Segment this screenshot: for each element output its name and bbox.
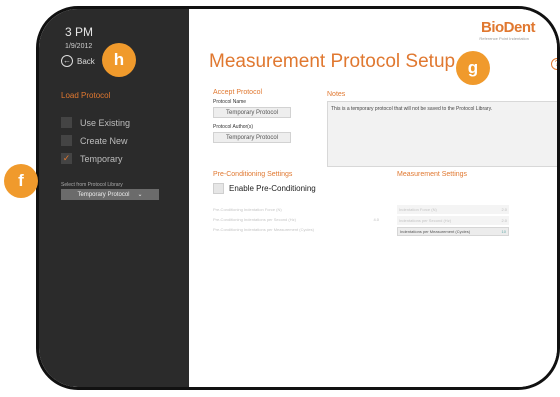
option-create-new[interactable]: Create New — [61, 135, 128, 146]
measurement-row-value[interactable]: 2.0 — [501, 207, 507, 212]
clock-time: 3 PM — [65, 25, 94, 39]
option-use-existing[interactable]: Use Existing — [61, 117, 130, 128]
protocol-author-field[interactable]: Temporary Protocol — [213, 132, 291, 143]
callout-badge-f: f — [4, 164, 38, 198]
protocol-name-field[interactable]: Temporary Protocol — [213, 107, 291, 118]
protocol-author-label: Protocol Author(s) — [213, 124, 254, 130]
measurement-row-label: Indentations per Second (Hz) — [399, 218, 452, 223]
preconditioning-row: Pre-Conditioning Indentations per Measur… — [213, 225, 379, 234]
preconditioning-row-label: Pre-Conditioning Indentations per Measur… — [213, 227, 314, 232]
preconditioning-row: Pre-Conditioning Indentations per Second… — [213, 215, 379, 224]
measurement-row-value[interactable]: 2.0 — [501, 218, 507, 223]
enable-preconditioning-checkbox[interactable] — [213, 183, 224, 194]
measurement-row[interactable]: Indentations per Second (Hz) 2.0 — [397, 216, 509, 225]
notes-field[interactable]: This is a temporary protocol that will n… — [327, 101, 557, 167]
measurement-heading: Measurement Settings — [397, 171, 468, 178]
measurement-row[interactable]: Indentations per Measurement (Cycles) 10 — [397, 227, 509, 236]
accept-protocol-heading: Accept Protocol — [213, 89, 263, 96]
library-select[interactable]: Temporary Protocol ⌄ — [61, 189, 159, 200]
preconditioning-row-label: Pre-Conditioning Indentations per Second… — [213, 217, 296, 222]
checkbox-use-existing[interactable] — [61, 117, 72, 128]
page-title: Measurement Protocol Setup — [209, 51, 456, 72]
measurement-row-label: Indentations per Measurement (Cycles) — [400, 229, 471, 234]
checkmark-icon: ✓ — [62, 153, 71, 163]
load-protocol-title: Load Protocol — [61, 91, 111, 100]
preconditioning-row-label: Pre-Conditioning Indentation Force (N) — [213, 207, 282, 212]
option-use-existing-label: Use Existing — [80, 117, 131, 128]
enable-preconditioning-toggle[interactable]: Enable Pre-Conditioning — [213, 183, 316, 194]
callout-badge-g: g — [456, 51, 490, 85]
measurement-row[interactable]: Indentation Force (N) 2.0 — [397, 205, 509, 214]
library-selected-value: Temporary Protocol — [77, 191, 130, 198]
protocol-name-label: Protocol Name — [213, 99, 247, 105]
enable-preconditioning-label: Enable Pre-Conditioning — [229, 184, 316, 193]
option-temporary-label: Temporary — [80, 153, 123, 164]
measurement-row-value[interactable]: 10 — [502, 229, 506, 234]
brand-subtitle: Reference Point Indentation — [479, 36, 529, 41]
back-button[interactable]: ← Back — [61, 55, 95, 67]
chevron-down-icon: ⌄ — [137, 192, 143, 198]
back-arrow-icon: ← — [61, 55, 73, 67]
main-panel: BioDent Reference Point Indentation Meas… — [189, 9, 557, 387]
measurement-row-label: Indentation Force (N) — [399, 207, 437, 212]
notes-heading: Notes — [327, 91, 346, 98]
option-create-new-label: Create New — [80, 135, 128, 146]
preconditioning-row: Pre-Conditioning Indentation Force (N) — [213, 205, 379, 214]
preconditioning-heading: Pre-Conditioning Settings — [213, 171, 293, 178]
brand-logo: BioDent — [481, 19, 536, 36]
preconditioning-row-value: 4.0 — [373, 217, 379, 222]
checkbox-create-new[interactable] — [61, 135, 72, 146]
library-label: Select from Protocol Library — [61, 182, 123, 188]
checkbox-temporary[interactable]: ✓ — [61, 153, 72, 164]
option-temporary[interactable]: ✓ Temporary — [61, 153, 123, 164]
clock-date: 1/9/2012 — [65, 43, 93, 50]
callout-badge-h: h — [102, 43, 136, 77]
help-icon[interactable]: ? — [551, 58, 557, 70]
back-label: Back — [77, 56, 95, 66]
